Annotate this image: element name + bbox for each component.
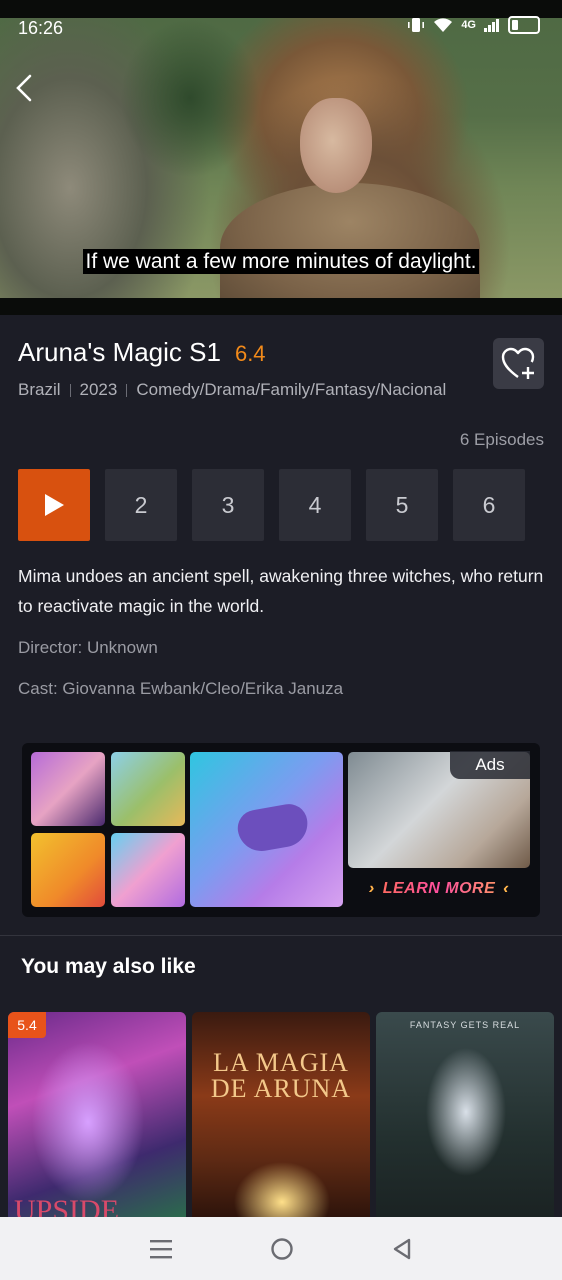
status-time: 16:26 bbox=[18, 18, 64, 38]
meta-separator bbox=[69, 383, 71, 397]
episode-list: 2 3 4 5 6 bbox=[18, 469, 525, 541]
show-description: Mima undoes an ancient spell, awakening … bbox=[18, 566, 544, 616]
network-type: 4G bbox=[461, 19, 476, 31]
section-divider bbox=[0, 935, 562, 936]
ad-game-thumbnail bbox=[31, 833, 105, 907]
learn-more-button[interactable]: › LEARN MORE ‹ bbox=[348, 871, 530, 907]
episode-button[interactable]: 3 bbox=[192, 469, 264, 541]
recommendation-poster[interactable]: FANTASY GETS REAL bbox=[376, 1012, 554, 1222]
episode-button[interactable]: 2 bbox=[105, 469, 177, 541]
episode-button[interactable]: 5 bbox=[366, 469, 438, 541]
video-character-body bbox=[220, 183, 480, 298]
show-year: 2023 bbox=[79, 380, 118, 399]
back-arrow-icon[interactable] bbox=[10, 70, 42, 106]
poster-tagline: FANTASY GETS REAL bbox=[409, 1020, 521, 1030]
home-icon[interactable] bbox=[270, 1237, 294, 1261]
episode-button[interactable]: 6 bbox=[453, 469, 525, 541]
gamepad-icon bbox=[234, 801, 312, 855]
recommendation-poster[interactable]: LA MAGIA DE ARUNA bbox=[192, 1012, 370, 1222]
subtitle-text: If we want a few more minutes of dayligh… bbox=[83, 249, 479, 274]
ad-game-thumbnail bbox=[31, 752, 105, 826]
ad-banner[interactable]: › LEARN MORE ‹ Ads bbox=[22, 743, 540, 917]
vibrate-icon bbox=[408, 18, 425, 32]
recommendation-poster[interactable]: 5.4 UPSIDE bbox=[8, 1012, 186, 1222]
menu-icon[interactable] bbox=[149, 1238, 173, 1260]
video-subtitle: If we want a few more minutes of dayligh… bbox=[0, 249, 562, 274]
ad-controller-image bbox=[190, 752, 343, 907]
show-genres: Comedy/Drama/Family/Fantasy/Nacional bbox=[136, 380, 447, 399]
show-country: Brazil bbox=[18, 380, 61, 399]
show-director: Director: Unknown bbox=[18, 638, 158, 657]
add-favorite-button[interactable] bbox=[493, 338, 544, 389]
battery-icon bbox=[508, 16, 540, 34]
status-icons: 4G bbox=[407, 16, 540, 34]
title-row: Aruna's Magic S1 6.4 bbox=[18, 337, 266, 368]
episodes-count[interactable]: 6 Episodes bbox=[460, 430, 544, 450]
recommendations-title: You may also like bbox=[21, 955, 196, 978]
wifi-icon bbox=[434, 18, 453, 32]
ad-game-thumbnail bbox=[111, 752, 185, 826]
chevron-right-icon: › bbox=[368, 880, 375, 897]
heart-plus-icon bbox=[501, 347, 534, 379]
play-icon bbox=[45, 494, 64, 516]
show-meta: Brazil 2023 Comedy/Drama/Family/Fantasy/… bbox=[18, 380, 446, 400]
ad-game-thumbnail bbox=[111, 833, 185, 907]
learn-more-label: LEARN MORE bbox=[382, 880, 496, 897]
ads-badge: Ads bbox=[450, 751, 530, 779]
poster-rating-badge: 5.4 bbox=[8, 1012, 46, 1038]
chevron-left-icon: ‹ bbox=[503, 880, 510, 897]
status-bar: 16:26 4G bbox=[0, 0, 562, 50]
show-rating: 6.4 bbox=[234, 341, 266, 366]
show-title: Aruna's Magic S1 bbox=[18, 337, 221, 367]
back-icon[interactable] bbox=[391, 1237, 413, 1261]
episode-1-play-button[interactable] bbox=[18, 469, 90, 541]
signal-icon bbox=[484, 19, 499, 32]
poster-title-art: LA MAGIA DE ARUNA bbox=[210, 1048, 352, 1103]
system-navigation-bar bbox=[0, 1217, 562, 1280]
meta-separator bbox=[126, 383, 128, 397]
show-cast: Cast: Giovanna Ewbank/Cleo/Erika Januza bbox=[18, 679, 344, 698]
video-character-face bbox=[300, 98, 372, 193]
episode-button[interactable]: 4 bbox=[279, 469, 351, 541]
